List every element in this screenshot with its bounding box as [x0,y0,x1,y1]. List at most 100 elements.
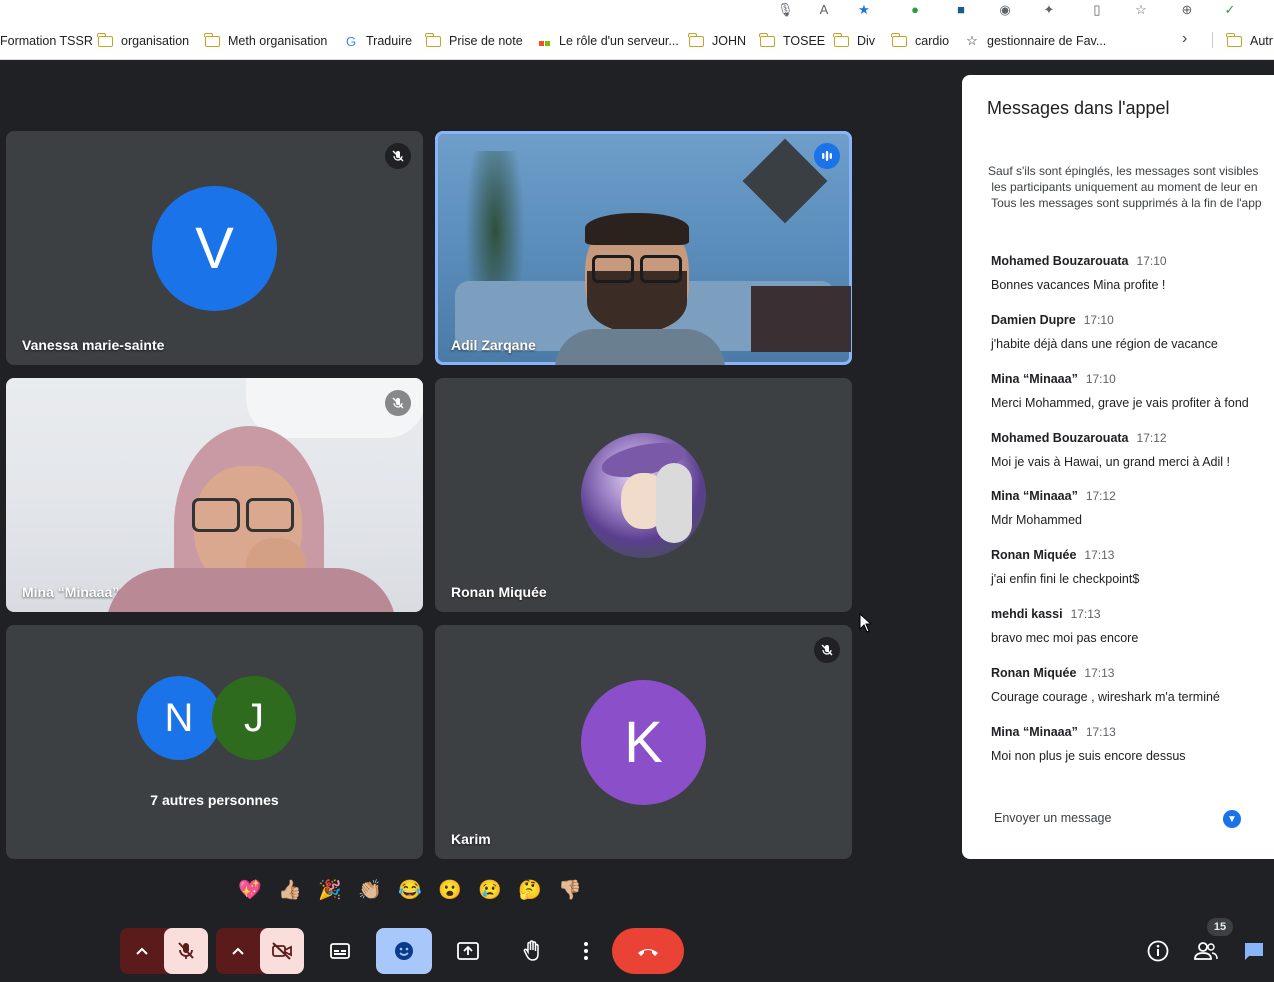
message-author: Mohamed Bouzarouata [991,254,1129,268]
present-screen-button[interactable] [448,928,488,974]
bookmark-label: organisation [121,34,190,48]
reaction-laugh[interactable]: 😂 [390,878,430,904]
chat-icon [1245,943,1263,960]
bookmark-item[interactable]: G Traduire [343,32,412,50]
reaction-sad[interactable]: 😢 [470,878,510,904]
participant-tile-vanessa[interactable]: V Vanessa marie-sainte [6,131,423,365]
reaction-thinking[interactable]: 🤔 [510,878,550,904]
reaction-thumbs-down[interactable]: 👎🏼 [550,878,590,904]
bookmark-label: Formation TSSR [0,34,93,48]
captions-button[interactable] [320,928,360,974]
avatar: J [212,676,296,760]
raise-hand-icon [523,940,539,961]
bookmark-label: Traduire [366,34,413,48]
message-time: 17:12 [1136,431,1167,445]
folder-icon [204,32,220,47]
reactions-bar: 💖 👍🏼 🎉 👏🏼 😂 😮 😢 🤔 👎🏼 [230,878,590,904]
chat-message: Damien Dupre 17:10 j'habite déjà dans une … [991,311,1274,351]
participant-tile-adil[interactable]: Adil Zarqane [435,131,852,365]
bookmark-item[interactable]: TOSEE [759,32,825,50]
people-icon [1194,942,1218,960]
message-author: mehdi kassi [991,607,1063,621]
glasses [246,498,294,532]
evernote-extension-icon[interactable]: ● [907,2,923,18]
extensions-puzzle-icon[interactable]: ✦ [1041,2,1057,18]
participant-tile-ronan[interactable]: Ronan Miquée [435,378,852,612]
chat-message: Mina “Minaaa” 17:12 Mdr Mohammed [991,487,1274,527]
glasses [640,255,682,283]
meeting-info-button[interactable] [1140,928,1176,974]
bookmark-label: Le rôle d'un serveur... [559,34,679,48]
reaction-heart[interactable]: 💖 [230,878,270,904]
extension-check-icon[interactable]: ✓ [1222,2,1238,18]
emoji-button[interactable] [376,928,432,974]
collections-icon[interactable]: ⊕ [1179,2,1195,18]
picture-hair [656,463,692,543]
chevron-up-icon[interactable] [120,928,164,974]
message-time: 17:13 [1085,725,1116,739]
bookmark-item[interactable]: Prise de note [425,32,523,50]
camera-off-button[interactable] [260,928,304,974]
message-author: Mohamed Bouzarouata [991,431,1129,445]
extension-icon[interactable]: ■ [953,2,969,18]
folder-icon [891,32,907,47]
message-input[interactable]: Envoyer un message [994,811,1111,825]
mic-off-icon [385,390,411,416]
more-options-button[interactable] [566,928,606,974]
participant-tile-others[interactable]: N J 7 autres personnes [6,625,423,859]
chevron-up-icon[interactable] [216,928,260,974]
avatar: K [581,680,706,805]
mic-off-icon [178,942,194,959]
chat-button[interactable] [1236,928,1272,974]
bookmark-item[interactable]: organisation [97,32,190,50]
person-hair [585,213,689,245]
reaction-clap[interactable]: 👏🏼 [350,878,390,904]
bookmark-item[interactable]: Div [833,32,876,50]
message-text: Courage courage , wireshark m'a terminé [991,690,1220,704]
bookmark-item[interactable]: cardio [891,32,949,50]
bookmark-item[interactable]: ☆ gestionnaire de Fav... [964,32,1106,50]
message-text: Bonnes vacances Mina profite ! [991,278,1166,292]
profile-picture [581,433,706,558]
bookmark-item[interactable]: JOHN [688,32,746,50]
bookmark-label: Meth organisation [228,34,328,48]
favorite-star-icon[interactable]: ★ [856,2,872,18]
bookmark-item[interactable]: Meth organisation [204,32,328,50]
mic-off-button[interactable] [164,928,208,974]
end-call-button[interactable] [612,928,684,974]
bookmark-item[interactable]: Formation TSSR [0,32,93,50]
raise-hand-button[interactable] [512,928,552,974]
browser-toolbar: 🎙 A ★ ● ■ ◉ ✦ ▯ ☆ ⊕ ✓ [0,0,1274,22]
chevron-right-icon[interactable]: › [1182,30,1187,48]
participant-name: Ronan Miquée [451,584,547,600]
camera-control-group [216,928,304,974]
others-count-label: 7 autres personnes [150,792,279,808]
camera-off-icon [272,942,292,960]
message-time: 17:13 [1084,548,1115,562]
favorites-icon[interactable]: ☆ [1133,2,1149,18]
reaction-thumbs-up[interactable]: 👍🏼 [270,878,310,904]
bookmark-label: Prise de note [449,34,523,48]
bookmark-item[interactable]: Le rôle d'un serveur... [536,32,679,50]
message-text: Moi je vais à Hawai, un grand merci à Ad… [991,455,1230,469]
bookmark-label: gestionnaire de Fav... [987,34,1107,48]
folder-icon [833,32,849,47]
bookmark-label: Div [857,34,876,48]
message-author: Ronan Miquée [991,666,1077,680]
participant-tile-mina[interactable]: Mina “Minaaa” [6,378,423,612]
reaction-surprised[interactable]: 😮 [430,878,470,904]
extension-avatar-icon[interactable]: ◉ [997,2,1013,18]
bookmark-item[interactable]: Autr [1226,32,1273,50]
participant-tile-karim[interactable]: K Karim [435,625,852,859]
message-text: j'ai enfin fini le checkpoint$ [991,572,1140,586]
microphone-icon[interactable]: 🎙 [777,2,794,18]
present-screen-icon [457,942,479,960]
chat-info-text: Sauf s'ils sont épinglés, les messages s… [988,163,1274,211]
chat-message: Mohamed Bouzarouata 17:10 Bonnes vacances … [991,252,1274,292]
reaction-party[interactable]: 🎉 [310,878,350,904]
read-aloud-icon[interactable]: A [816,2,832,18]
speaking-indicator-icon [814,143,840,169]
split-screen-icon[interactable]: ▯ [1089,2,1105,18]
send-icon[interactable]: ▼ [1223,810,1241,828]
chat-info-line: Tous les messages sont supprimés à la fi… [988,196,1262,210]
